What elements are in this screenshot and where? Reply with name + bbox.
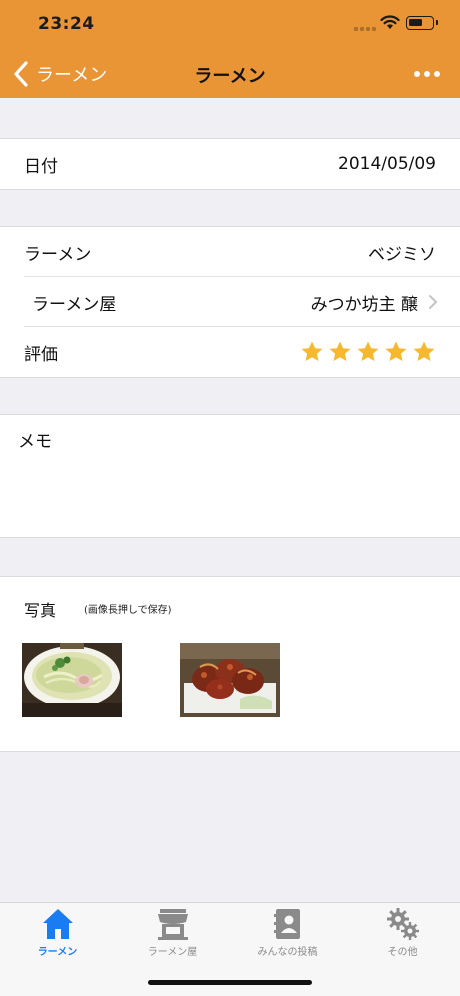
status-time: 23:24 [38,14,95,34]
battery-icon [406,16,438,30]
ramen-value: ベジミソ [368,244,436,265]
chevron-right-icon [429,295,437,309]
date-label: 日付 [24,156,58,177]
more-options-button[interactable] [414,64,440,84]
tab-label: ラーメン屋 [147,947,198,958]
date-row: 日付 2014/05/09 [0,139,460,189]
tab-other[interactable]: その他 [345,903,460,963]
page-title: ラーメン [194,66,266,87]
tab-ramen-shop[interactable]: ラーメン屋 [115,903,230,963]
tab-label: その他 [387,947,418,958]
dot-icon [424,71,430,77]
photo-section: 写真 (画像長押しで保存) [0,576,460,752]
dot-icon [414,71,420,77]
gears-icon [386,908,419,940]
house-icon [42,909,73,939]
wifi-icon [380,15,400,29]
tab-label: ラーメン [37,947,78,958]
tab-ramen[interactable]: ラーメン [0,903,115,963]
memo-label: メモ [18,432,52,452]
photo-hint: (画像長押しで保存) [84,605,172,616]
tab-label: みんなの投稿 [257,947,318,958]
navigation-bar: ラーメン ラーメン [0,50,460,98]
photo-title: 写真 [24,601,57,620]
star-icon [329,341,351,361]
shop-icon [157,909,188,940]
signal-icon [354,27,376,31]
contacts-book-icon [273,909,300,939]
star-icon [357,341,379,361]
status-bar: 23:24 [0,0,460,50]
shop-label: ラーメン屋 [32,294,117,315]
detail-section: ラーメン ベジミソ ラーメン屋 みつか坊主 醸 評価 [0,226,460,378]
star-icon [385,341,407,361]
date-value: 2014/05/09 [338,154,436,174]
rating-label: 評価 [24,344,58,365]
shop-value: みつか坊主 醸 [310,294,418,315]
star-icon [413,341,435,361]
ramen-label: ラーメン [24,244,92,265]
rating-stars[interactable] [300,340,436,364]
ramen-bowl-photo[interactable] [22,643,122,717]
shop-row[interactable]: ラーメン屋 みつか坊主 醸 [0,277,460,327]
date-section: 日付 2014/05/09 [0,138,460,190]
tab-everyones-posts[interactable]: みんなの投稿 [230,903,345,963]
rating-row: 評価 [0,327,460,377]
karaage-photo[interactable] [180,643,280,717]
dot-icon [434,71,440,77]
ramen-row: ラーメン ベジミソ [0,227,460,277]
home-indicator [148,980,312,985]
memo-section[interactable]: メモ [0,414,460,538]
star-icon [301,341,323,361]
